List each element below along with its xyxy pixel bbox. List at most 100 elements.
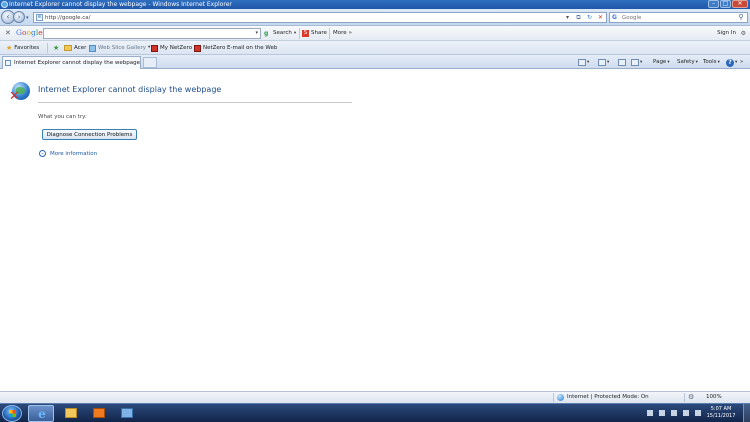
title-bar: Internet Explorer cannot display the web… [0,0,750,9]
taskbar-media-player[interactable] [86,405,112,422]
home-icon [578,59,586,66]
show-desktop-button[interactable] [743,404,750,422]
ie-app-icon [1,1,8,8]
address-bar[interactable]: e ▾ ⧉ ↻ ✕ [33,12,607,23]
folder-icon [65,408,77,418]
google-search-provider-icon: G [612,14,617,21]
search-input[interactable] [622,13,732,22]
star-icon: ★ [6,44,13,52]
folder-icon [64,45,72,51]
page-menu-button[interactable]: Page ▾ [653,57,670,68]
double-chevron-right-icon: » [740,59,744,65]
forward-button[interactable]: › [13,11,25,23]
volume-icon[interactable] [695,410,701,416]
try-text: What you can try: [38,114,87,120]
internet-explorer-icon: e [38,407,46,421]
new-tab-button[interactable] [143,57,157,68]
close-toolbar-icon[interactable]: ✕ [5,29,11,37]
help-button[interactable]: ? ▾ [726,57,737,68]
taskbar: e 5:07 AM 15/11/2017 [0,403,750,422]
safety-menu-button[interactable]: Safety ▾ [677,57,698,68]
favorite-acer[interactable]: Acer [64,42,86,54]
address-input[interactable] [45,13,565,22]
mail-icon [618,59,626,66]
wrench-icon[interactable]: ⚙ [741,28,746,39]
page-icon [5,60,11,66]
window-controls: – □ ✕ [708,0,748,9]
navigation-bar: ‹ › ▾ e ▾ ⧉ ↻ ✕ G ⚲ [0,9,750,26]
taskbar-internet-explorer[interactable]: e [28,405,54,422]
diagnose-connection-button[interactable]: Diagnose Connection Problems [42,129,137,140]
share-icon: S [302,30,309,37]
protected-mode-settings-icon[interactable]: ⚙ [688,393,694,402]
clock-date: 15/11/2017 [706,413,736,419]
stop-icon[interactable]: ✕ [596,13,605,22]
tools-menu-button[interactable]: Tools ▾ [703,57,720,68]
more-commands-button[interactable]: » [740,57,743,68]
toolbar-separator [299,28,300,39]
system-tray: 5:07 AM 15/11/2017 [645,404,750,422]
chevron-down-icon: ▾ [695,60,698,65]
share-button[interactable]: S Share [302,28,327,39]
refresh-icon[interactable]: ↻ [585,13,594,22]
google-search-button[interactable]: g Search ▾ [264,28,296,39]
page-icon: e [36,14,43,21]
favorite-netzero-email[interactable]: NetZero E-mail on the Web [194,42,277,54]
print-button[interactable]: ▾ [631,57,642,68]
page-content: ✕ Internet Explorer cannot display the w… [0,70,750,390]
read-mail-button[interactable] [618,57,626,68]
chevron-down-icon: ▾ [587,60,590,65]
feeds-button[interactable]: ▾ [598,57,609,68]
google-search-field[interactable]: ▾ [43,28,261,39]
google-logo: Google [16,28,43,37]
chevron-down-icon[interactable]: ▾ [255,30,258,36]
more-information-link[interactable]: ⌄ More information [39,150,97,157]
clock[interactable]: 5:07 AM 15/11/2017 [706,406,736,420]
favorite-web-slice-gallery[interactable]: Web Slice Gallery ▾ [89,42,150,54]
status-separator [553,393,554,402]
close-button[interactable]: ✕ [732,0,748,8]
search-box[interactable]: G ⚲ [609,12,748,23]
keyboard-icon[interactable] [647,410,653,416]
network-icon[interactable] [683,410,689,416]
zoom-level[interactable]: 100% [706,392,722,403]
feeds-icon [598,59,606,66]
chevron-down-icon: ▾ [640,60,643,65]
show-hidden-icons-icon[interactable] [659,410,665,416]
favorites-bar: ★ Favorites ★ Acer Web Slice Gallery ▾ M… [0,41,750,55]
sign-in-link[interactable]: Sign In [717,28,736,39]
google-g-icon: g [264,30,269,37]
add-to-favorites-bar-button[interactable]: ★ [53,42,59,54]
add-favorite-icon: ★ [53,44,60,52]
start-button[interactable] [2,405,22,422]
window-title: Internet Explorer cannot display the web… [9,1,232,8]
google-search-input[interactable] [44,29,244,38]
security-zone[interactable]: Internet | Protected Mode: On [567,392,649,403]
chevron-down-icon: ▾ [735,60,738,65]
home-button[interactable]: ▾ [578,57,589,68]
help-icon: ? [726,58,734,67]
printer-icon [631,59,639,66]
action-center-flag-icon[interactable] [671,410,677,416]
divider [38,102,352,103]
chevron-down-icon: ▾ [607,60,610,65]
chevron-down-icon: ▾ [148,45,151,50]
tab-command-bar: Internet Explorer cannot display the web… [0,55,750,69]
minimize-button[interactable]: – [708,0,719,8]
favorites-button[interactable]: ★ Favorites [6,42,39,54]
more-button[interactable]: More » [333,28,352,39]
double-chevron-right-icon: » [348,30,353,36]
favorite-my-netzero[interactable]: My NetZero [151,42,192,54]
taskbar-windows-explorer[interactable] [58,405,84,422]
compatibility-view-icon[interactable]: ⧉ [574,13,583,22]
address-dropdown-icon[interactable]: ▾ [563,13,572,22]
error-x-icon: ✕ [9,89,20,104]
search-icon[interactable]: ⚲ [736,13,746,22]
chevron-down-icon: ▾ [293,31,297,36]
error-title: Internet Explorer cannot display the web… [38,85,222,94]
tab-error-page[interactable]: Internet Explorer cannot display the web… [2,56,141,69]
chevron-down-icon: ▾ [667,60,670,65]
taskbar-paint[interactable] [114,405,140,422]
recent-pages-dropdown-icon[interactable]: ▾ [26,15,29,21]
maximize-button[interactable]: □ [720,0,731,8]
